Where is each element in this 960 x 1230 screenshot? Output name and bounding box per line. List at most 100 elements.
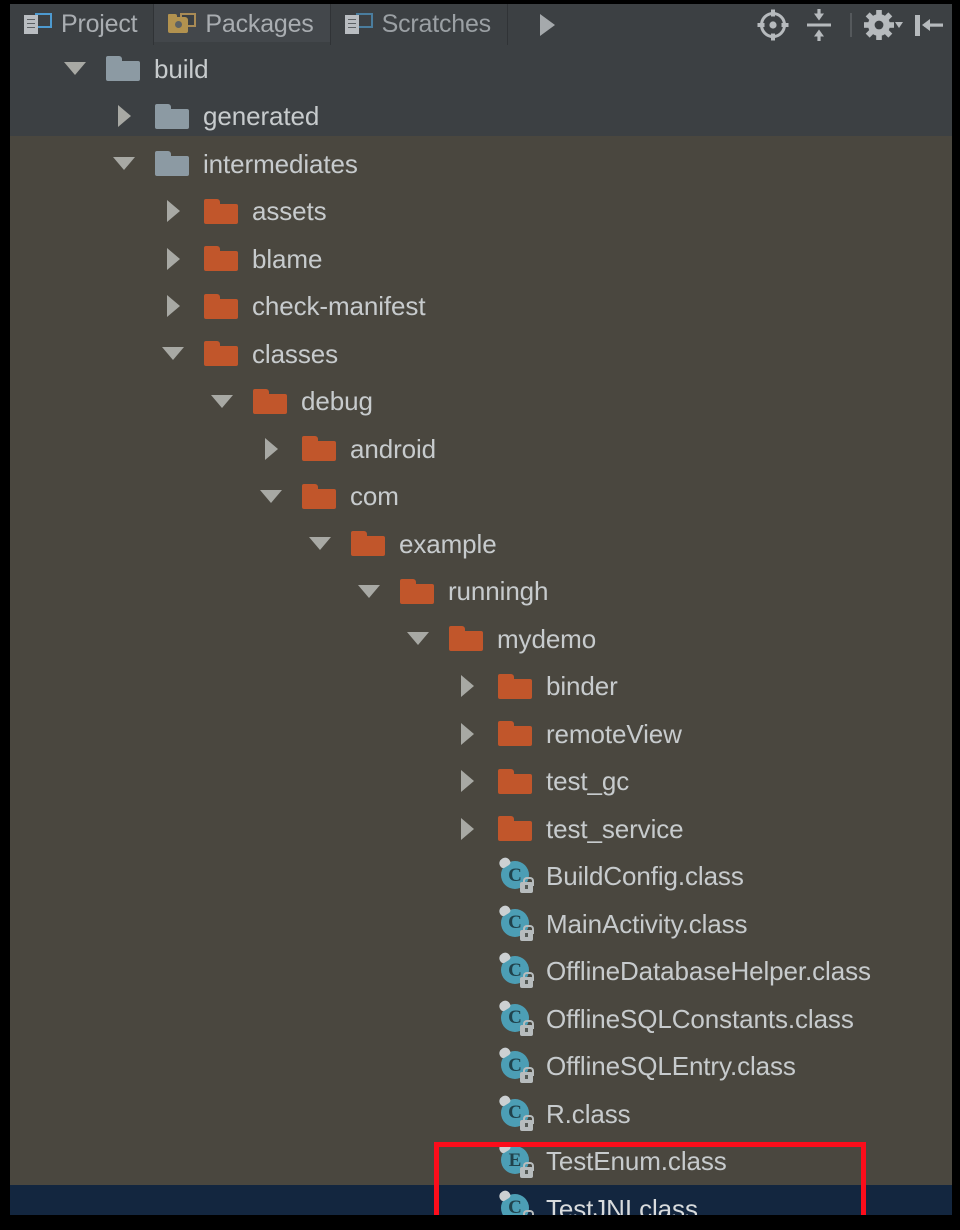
tree-row[interactable]: C R.class bbox=[10, 1090, 952, 1138]
tree-row-label: test_service bbox=[546, 816, 684, 842]
tree-row[interactable]: mydemo bbox=[10, 615, 952, 663]
tree-row[interactable]: runningh bbox=[10, 568, 952, 616]
tree-row-label: build bbox=[154, 56, 208, 82]
chevron-down-icon[interactable] bbox=[258, 483, 284, 509]
tool-window-header: Project Packages Scratches bbox=[10, 4, 952, 45]
chevron-right-icon[interactable] bbox=[111, 103, 137, 129]
tree-row[interactable]: binder bbox=[10, 663, 952, 711]
chevron-right-icon[interactable] bbox=[160, 246, 186, 272]
tree-row[interactable]: generated bbox=[10, 93, 952, 141]
project-view-icon bbox=[24, 12, 52, 38]
tree-row[interactable]: android bbox=[10, 425, 952, 473]
chevron-down-icon[interactable] bbox=[62, 56, 88, 82]
folder-icon-source bbox=[204, 341, 238, 366]
tab-project-label: Project bbox=[61, 10, 137, 39]
tree-row-label: assets bbox=[252, 198, 327, 224]
tree-row-label: mydemo bbox=[497, 626, 596, 652]
packages-view-icon bbox=[168, 12, 196, 38]
folder-icon-source bbox=[498, 816, 532, 841]
chevron-right-icon[interactable] bbox=[160, 198, 186, 224]
tree-row[interactable]: debug bbox=[10, 378, 952, 426]
folder-icon-source bbox=[498, 721, 532, 746]
class-file-icon: C bbox=[499, 1097, 533, 1131]
tree-row-label: R.class bbox=[546, 1101, 631, 1127]
tree-row-label: intermediates bbox=[203, 151, 358, 177]
folder-icon-source bbox=[400, 579, 434, 604]
tree-row[interactable]: test_service bbox=[10, 805, 952, 853]
tree-row[interactable]: example bbox=[10, 520, 952, 568]
folder-icon-source bbox=[351, 531, 385, 556]
chevron-down-icon[interactable] bbox=[209, 388, 235, 414]
tab-scratches[interactable]: Scratches bbox=[331, 4, 508, 45]
tab-project[interactable]: Project bbox=[10, 4, 154, 45]
tree-row[interactable]: C TestJNI.class bbox=[10, 1185, 952, 1215]
tree-row[interactable]: remoteView bbox=[10, 710, 952, 758]
hide-window-icon[interactable] bbox=[906, 4, 952, 45]
folder-icon-source bbox=[498, 769, 532, 794]
chevron-down-icon[interactable] bbox=[405, 626, 431, 652]
screenshot-root: Project Packages Scratches bbox=[0, 0, 960, 1230]
chevron-right-icon[interactable] bbox=[454, 673, 480, 699]
folder-icon-source bbox=[449, 626, 483, 651]
settings-gear-icon[interactable] bbox=[860, 4, 906, 45]
tree-row[interactable]: COfflineDatabaseHelper.class bbox=[10, 948, 952, 996]
chevron-right-icon[interactable] bbox=[454, 721, 480, 747]
folder-icon-source bbox=[204, 246, 238, 271]
tree-row[interactable]: C OfflineSQLEntry.class bbox=[10, 1043, 952, 1091]
scroll-to-source-icon[interactable] bbox=[750, 4, 796, 45]
tree-row[interactable]: blame bbox=[10, 235, 952, 283]
chevron-down-icon[interactable] bbox=[307, 531, 333, 557]
tree-row-label: android bbox=[350, 436, 436, 462]
chevron-right-icon[interactable] bbox=[258, 436, 284, 462]
tree-row-label: runningh bbox=[448, 578, 548, 604]
class-file-icon: C bbox=[499, 859, 533, 893]
collapse-all-icon[interactable] bbox=[796, 4, 842, 45]
tree-row-label: debug bbox=[301, 388, 373, 414]
chevron-right-icon[interactable] bbox=[160, 293, 186, 319]
tree-row-label: TestJNI.class bbox=[546, 1196, 698, 1215]
tree-row[interactable]: com bbox=[10, 473, 952, 521]
class-file-icon: E bbox=[499, 1144, 533, 1178]
chevron-down-icon[interactable] bbox=[111, 151, 137, 177]
tree-row-label: classes bbox=[252, 341, 338, 367]
folder-icon-source bbox=[204, 294, 238, 319]
class-file-icon: C bbox=[499, 1192, 533, 1215]
chevron-down-icon[interactable] bbox=[160, 341, 186, 367]
tab-packages[interactable]: Packages bbox=[154, 4, 330, 45]
tree-row[interactable]: assets bbox=[10, 188, 952, 236]
class-file-icon: C bbox=[499, 907, 533, 941]
folder-icon-source bbox=[253, 389, 287, 414]
tree-row-label: OfflineSQLEntry.class bbox=[546, 1053, 796, 1079]
chevron-down-icon[interactable] bbox=[356, 578, 382, 604]
tree-row[interactable]: C BuildConfig.class bbox=[10, 853, 952, 901]
tree-row-label: example bbox=[399, 531, 497, 557]
tab-packages-label: Packages bbox=[205, 10, 313, 39]
project-tool-window: Project Packages Scratches bbox=[10, 4, 952, 1215]
tree-row-label: test_gc bbox=[546, 768, 629, 794]
toolbar-buttons bbox=[508, 4, 952, 45]
tree-row-label: BuildConfig.class bbox=[546, 863, 744, 889]
chevron-right-icon[interactable] bbox=[454, 768, 480, 794]
tree-row-label: remoteView bbox=[546, 721, 682, 747]
tree-row[interactable]: ETestEnum.class bbox=[10, 1138, 952, 1186]
tree-row[interactable]: check-manifest bbox=[10, 283, 952, 331]
folder-icon-source bbox=[302, 484, 336, 509]
folder-icon bbox=[155, 104, 189, 129]
tree-row-label: MainActivity.class bbox=[546, 911, 747, 937]
expand-run-icon[interactable] bbox=[524, 4, 570, 45]
folder-icon bbox=[106, 56, 140, 81]
tree-row-label: blame bbox=[252, 246, 322, 272]
tree-row-label: generated bbox=[203, 103, 319, 129]
tree-row[interactable]: C MainActivity.class bbox=[10, 900, 952, 948]
tree-row[interactable]: classes bbox=[10, 330, 952, 378]
folder-icon bbox=[155, 151, 189, 176]
tree-row[interactable]: build bbox=[10, 45, 952, 93]
class-file-icon: C bbox=[499, 1002, 533, 1036]
chevron-right-icon[interactable] bbox=[454, 816, 480, 842]
tree-row[interactable]: intermediates bbox=[10, 140, 952, 188]
tree-row[interactable]: COfflineSQLConstants.class bbox=[10, 995, 952, 1043]
project-tree[interactable]: build generated intermediates assets blame ch… bbox=[10, 45, 952, 1215]
tree-row[interactable]: test_gc bbox=[10, 758, 952, 806]
class-file-icon: C bbox=[499, 1049, 533, 1083]
folder-icon-source bbox=[302, 436, 336, 461]
